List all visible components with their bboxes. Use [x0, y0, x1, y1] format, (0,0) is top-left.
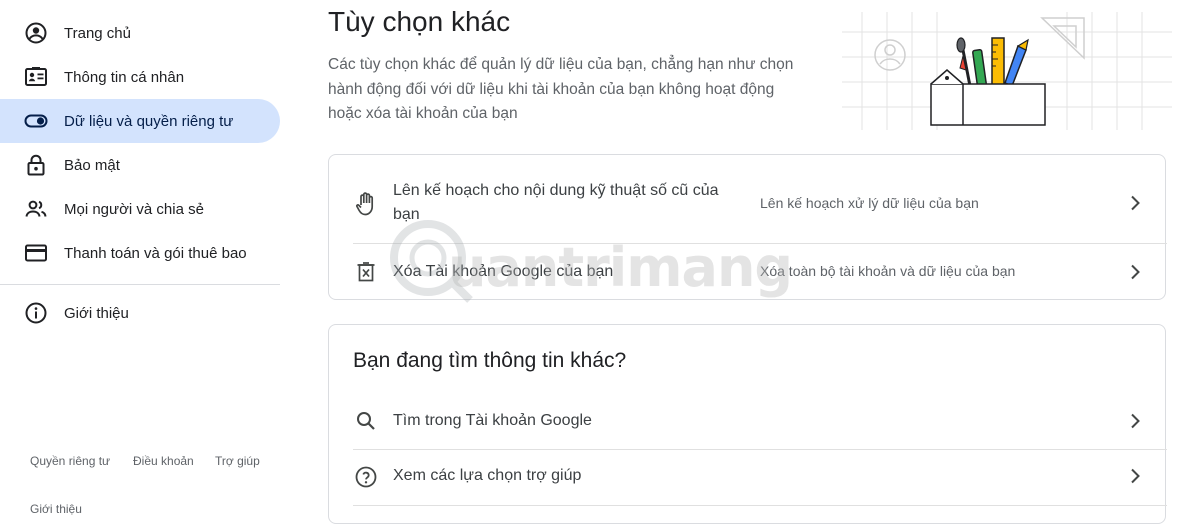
lock-icon [24, 153, 48, 177]
sidebar-item-payments[interactable]: Thanh toán và gói thuê bao [0, 231, 280, 275]
sidebar-item-label: Bảo mật [64, 156, 120, 174]
page-title: Tùy chọn khác [328, 6, 511, 37]
row-title: Tìm trong Tài khoản Google [393, 412, 592, 429]
chevron-right-icon [1131, 195, 1140, 211]
toolbox-illustration [842, 12, 1172, 130]
sidebar-item-label: Dữ liệu và quyền riêng tư [64, 112, 234, 130]
more-info-card: Bạn đang tìm thông tin khác? Tìm trong T… [328, 324, 1167, 524]
chevron-right-icon [1131, 264, 1140, 280]
footer-privacy-link[interactable]: Quyền riêng tư [30, 454, 110, 468]
account-circle-icon [24, 21, 48, 45]
sidebar-item-people-sharing[interactable]: Mọi người và chia sẻ [0, 187, 280, 231]
row-divider [353, 505, 1167, 506]
footer-terms-link[interactable]: Điều khoản [133, 454, 194, 468]
sidebar-item-personal-info[interactable]: Thông tin cá nhân [0, 55, 280, 99]
delete-account-row[interactable]: Xóa Tài khoản Google của bạn Xóa toàn bộ… [329, 244, 1167, 300]
sidebar-divider [0, 284, 280, 285]
delete-icon [353, 259, 379, 285]
more-info-title: Bạn đang tìm thông tin khác? [353, 349, 627, 372]
search-account-row[interactable]: Tìm trong Tài khoản Google [329, 393, 1167, 449]
sidebar-item-label: Thông tin cá nhân [64, 68, 185, 86]
sidebar: Trang chủ Thông tin cá nhân Dữ liệu và q… [0, 0, 290, 516]
info-icon [24, 301, 48, 325]
more-options-card: Lên kế hoạch cho nội dung kỹ thuật số cũ… [328, 154, 1167, 300]
sidebar-item-security[interactable]: Bảo mật [0, 143, 280, 187]
help-options-row[interactable]: Xem các lựa chọn trợ giúp [329, 450, 1167, 506]
id-card-icon [24, 65, 48, 89]
footer-about-link[interactable]: Giới thiệu [30, 502, 82, 516]
sidebar-item-label: Trang chủ [64, 24, 131, 42]
plan-digital-legacy-row[interactable]: Lên kế hoạch cho nội dung kỹ thuật số cũ… [329, 155, 1167, 243]
credit-card-icon [24, 241, 48, 265]
sidebar-item-data-privacy[interactable]: Dữ liệu và quyền riêng tư [0, 99, 280, 143]
row-title: Xóa Tài khoản Google của bạn [393, 263, 614, 280]
people-icon [24, 197, 48, 221]
row-subtitle: Xóa toàn bộ tài khoản và dữ liệu của bạn [760, 263, 1016, 279]
sidebar-item-label: Thanh toán và gói thuê bao [64, 244, 247, 262]
page-description: Các tùy chọn khác để quản lý dữ liệu của… [328, 56, 794, 122]
chevron-right-icon [1131, 413, 1140, 429]
row-subtitle: Lên kế hoạch xử lý dữ liệu của bạn [760, 195, 979, 211]
hand-icon [353, 191, 379, 217]
row-title: Xem các lựa chọn trợ giúp [393, 467, 582, 484]
sidebar-item-about[interactable]: Giới thiệu [0, 291, 280, 335]
sidebar-item-label: Giới thiệu [64, 304, 129, 322]
search-icon [353, 408, 379, 434]
row-title: Lên kế hoạch cho nội dung kỹ thuật số cũ… [393, 182, 719, 223]
sidebar-item-home[interactable]: Trang chủ [0, 11, 280, 55]
toggle-icon [24, 109, 48, 133]
chevron-right-icon [1131, 468, 1140, 484]
help-icon [353, 464, 379, 490]
footer-help-link[interactable]: Trợ giúp [215, 454, 260, 468]
sidebar-item-label: Mọi người và chia sẻ [64, 200, 204, 218]
